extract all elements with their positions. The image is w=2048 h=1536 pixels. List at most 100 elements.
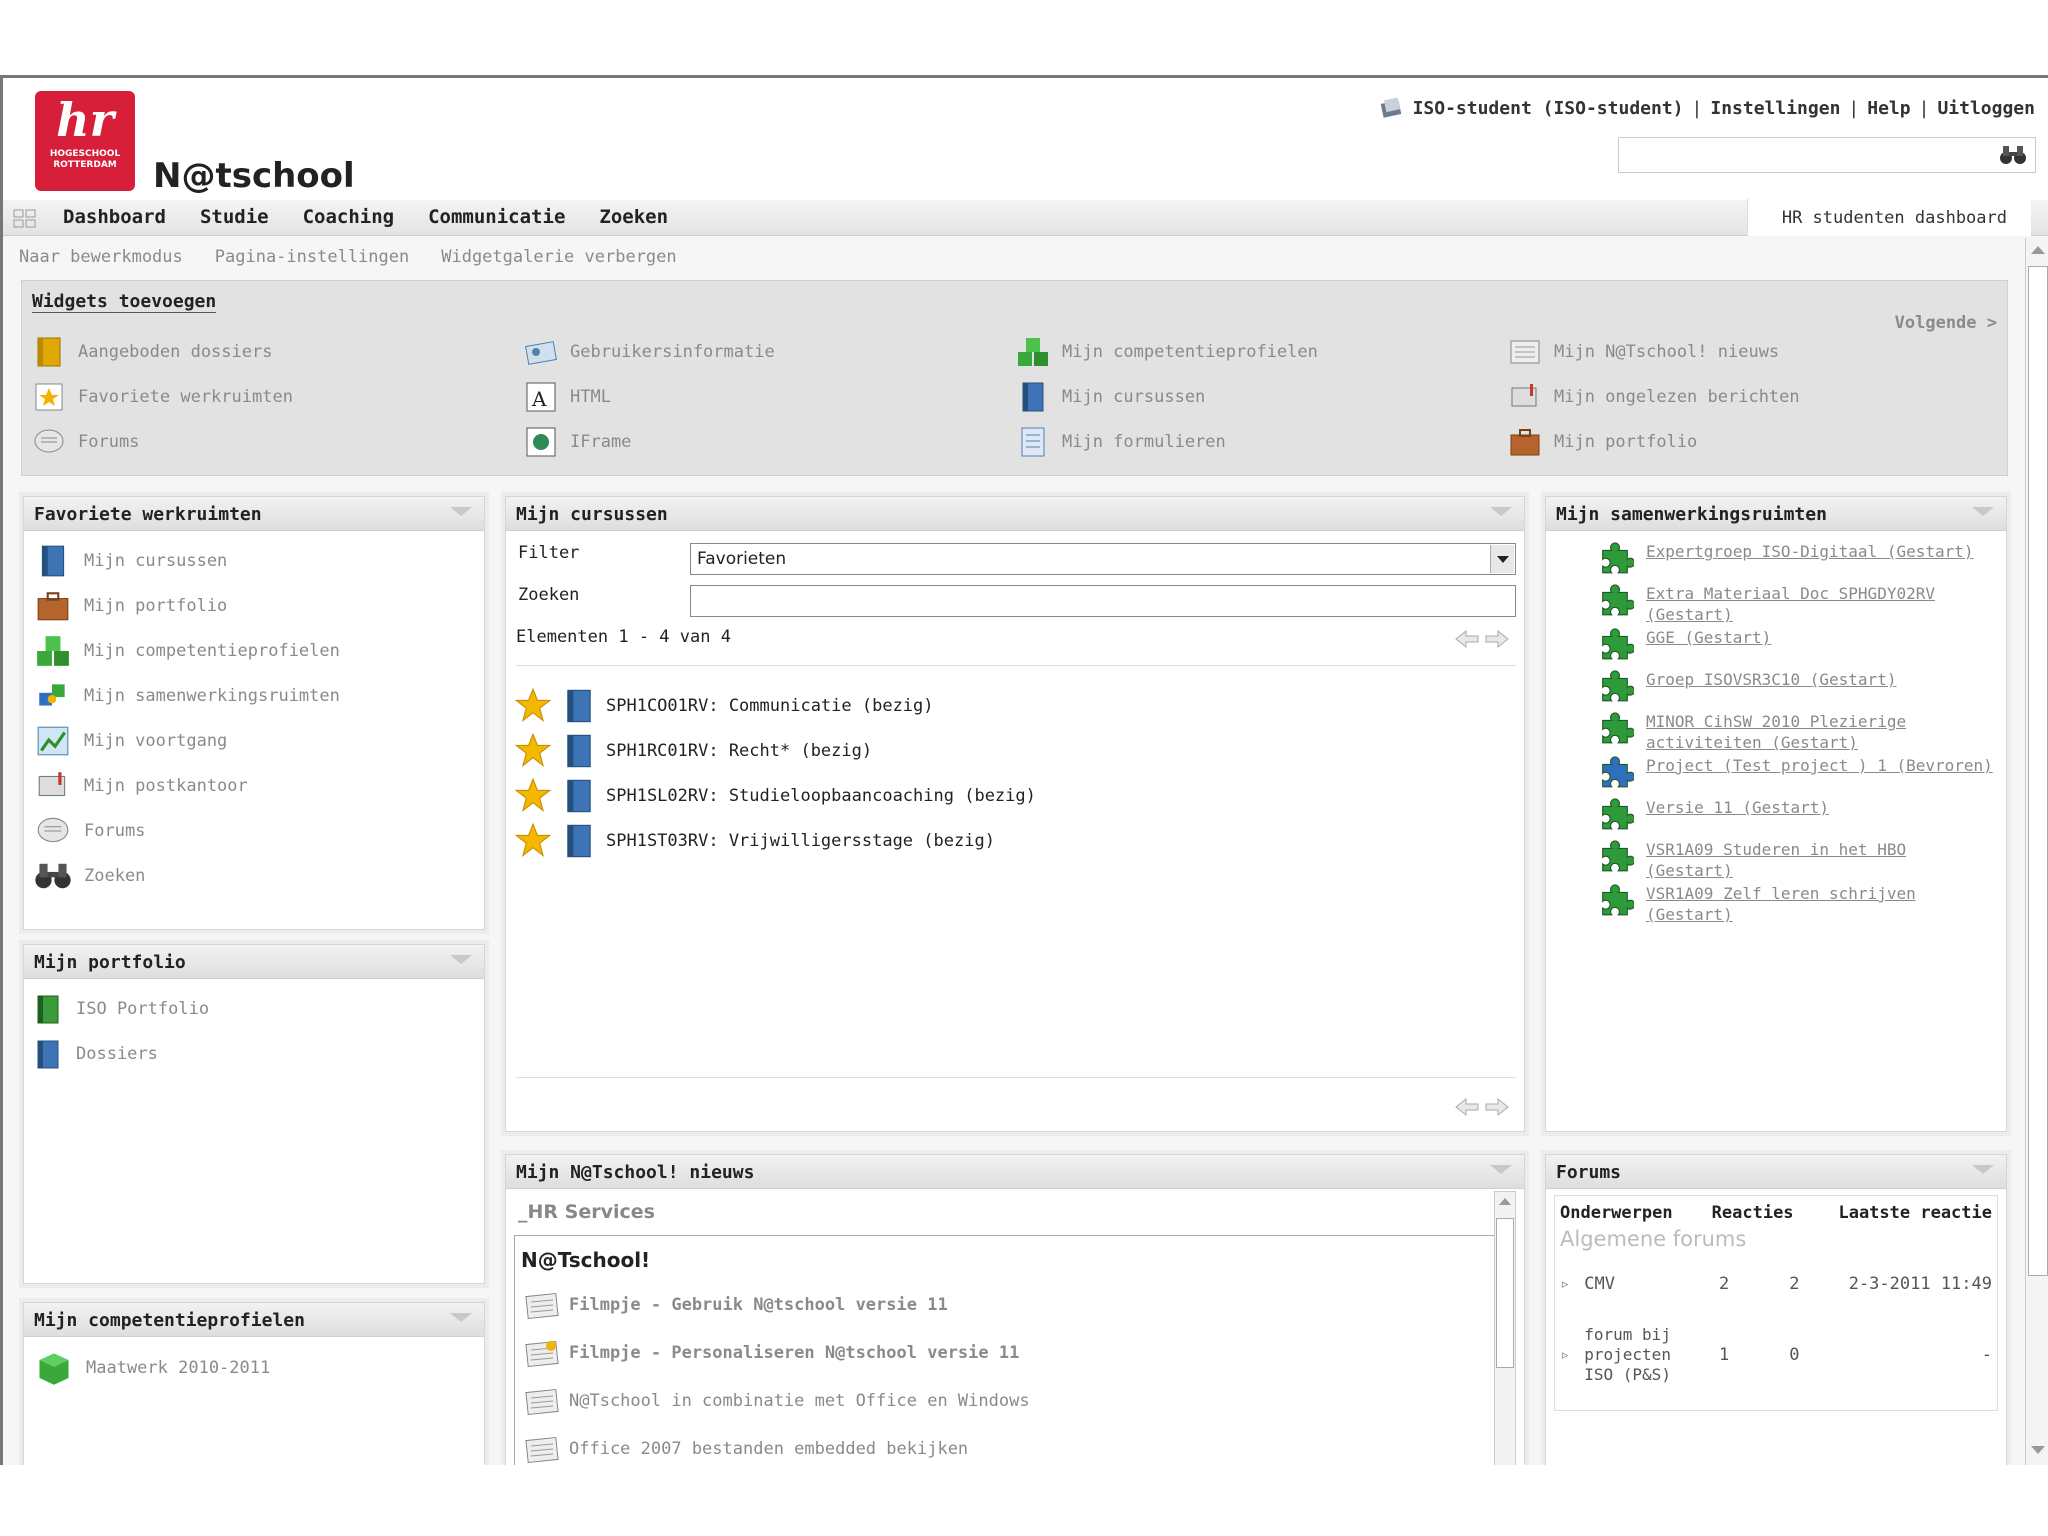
prev-page-icon[interactable] xyxy=(1454,629,1480,649)
widget-mijn-competentieprofielen[interactable]: Mijn competentieprofielen xyxy=(1016,335,1318,369)
forum-name[interactable]: forum bij projecten ISO (P&S) xyxy=(1584,1325,1684,1385)
table-row[interactable]: ▹ CMV 2 2 2-3-2011 11:49 xyxy=(1556,1261,1996,1307)
course-search-input[interactable] xyxy=(690,585,1516,617)
prev-page-icon[interactable] xyxy=(1454,1097,1480,1117)
next-link[interactable]: Volgende > xyxy=(1895,313,1997,333)
forum-name[interactable]: CMV xyxy=(1584,1274,1615,1294)
news-item[interactable]: Filmpje - Personaliseren N@tschool versi… xyxy=(525,1338,1019,1368)
collab-item[interactable]: VSR1A09 Zelf leren schrijven (Gestart) xyxy=(1596,883,1916,925)
collab-item-label[interactable]: Groep ISOVSR3C10 (Gestart) xyxy=(1646,669,1896,690)
fav-item-cursussen[interactable]: Mijn cursussen xyxy=(34,543,227,579)
collab-item-label[interactable]: Versie 11 (Gestart) xyxy=(1646,797,1829,818)
fav-item-zoeken[interactable]: Zoeken xyxy=(34,858,145,894)
collab-item[interactable]: GGE (Gestart) xyxy=(1596,627,1771,661)
widget-mijn-natschool-nieuws[interactable]: Mijn N@Tschool! nieuws xyxy=(1508,335,1779,369)
news-item[interactable]: Filmpje - Gebruik N@tschool versie 11 xyxy=(525,1290,948,1320)
logout-link[interactable]: Uitloggen xyxy=(1937,98,2035,119)
collapse-icon[interactable] xyxy=(450,955,472,964)
page-scrollbar[interactable] xyxy=(2025,238,2048,1465)
expand-icon[interactable]: ▹ xyxy=(1560,1274,1570,1294)
grid-icon[interactable] xyxy=(13,209,37,229)
collab-item-label[interactable]: Project (Test project ) 1 (Bevroren) xyxy=(1646,755,1993,776)
collab-item[interactable]: Project (Test project ) 1 (Bevroren) xyxy=(1596,755,1993,789)
collab-item[interactable]: Groep ISOVSR3C10 (Gestart) xyxy=(1596,669,1896,703)
collapse-icon[interactable] xyxy=(1972,507,1994,516)
collab-item-label[interactable]: MINOR CihSW 2010 Plezierige activiteiten … xyxy=(1646,711,1906,753)
widget-mijn-cursussen[interactable]: Mijn cursussen xyxy=(1016,380,1205,414)
collab-item-label[interactable]: Expertgroep ISO-Digitaal (Gestart) xyxy=(1646,541,1974,562)
widget-mijn-formulieren[interactable]: Mijn formulieren xyxy=(1016,425,1226,459)
fav-item-samenwerkingsruimten[interactable]: Mijn samenwerkingsruimten xyxy=(34,678,340,714)
collab-item-label[interactable]: GGE (Gestart) xyxy=(1646,627,1771,648)
collapse-icon[interactable] xyxy=(1490,1165,1512,1174)
course-item[interactable]: SPH1SL02RV: Studieloopbaancoaching (bezi… xyxy=(514,777,1036,815)
widget-html[interactable]: A HTML xyxy=(524,380,611,414)
scroll-up-icon[interactable] xyxy=(2031,246,2045,254)
news-item[interactable]: Office 2007 bestanden embedded bekijken xyxy=(525,1434,968,1464)
star-icon[interactable] xyxy=(514,687,552,725)
collab-item-label[interactable]: Extra Materiaal Doc SPHGDY02RV (Gestart) xyxy=(1646,583,1935,625)
tab-hr-studenten-dashboard[interactable]: HR studenten dashboard xyxy=(1746,198,2031,236)
fav-item-postkantoor[interactable]: Mijn postkantoor xyxy=(34,768,248,804)
fav-item-forums[interactable]: Forums xyxy=(34,813,145,849)
fav-item-portfolio[interactable]: Mijn portfolio xyxy=(34,588,227,624)
widget-favoriete-werkruimten[interactable]: Favoriete werkruimten xyxy=(32,380,293,414)
star-icon[interactable] xyxy=(514,822,552,860)
collapse-icon[interactable] xyxy=(450,507,472,516)
fav-item-voortgang[interactable]: Mijn voortgang xyxy=(34,723,227,759)
binoculars-icon[interactable] xyxy=(1999,144,2027,166)
nav-communicatie[interactable]: Communicatie xyxy=(428,206,565,228)
collab-item[interactable]: VSR1A09 Studeren in het HBO (Gestart) xyxy=(1596,839,1906,881)
collapse-icon[interactable] xyxy=(1972,1165,1994,1174)
settings-link[interactable]: Instellingen xyxy=(1710,98,1840,119)
filter-select[interactable]: Favorieten xyxy=(690,543,1516,575)
collab-item-label[interactable]: VSR1A09 Zelf leren schrijven (Gestart) xyxy=(1646,883,1916,925)
collapse-icon[interactable] xyxy=(1490,507,1512,516)
scroll-down-icon[interactable] xyxy=(2031,1446,2045,1454)
collab-item[interactable]: MINOR CihSW 2010 Plezierige activiteiten … xyxy=(1596,711,1906,753)
portfolio-item-iso[interactable]: ISO Portfolio xyxy=(34,991,209,1027)
column-header[interactable]: Reacties xyxy=(1708,1201,1811,1225)
course-item[interactable]: SPH1RC01RV: Recht* (bezig) xyxy=(514,732,872,770)
hide-widget-gallery-link[interactable]: Widgetgalerie verbergen xyxy=(441,247,676,267)
widget-iframe[interactable]: IFrame xyxy=(524,425,631,459)
widget-mijn-ongelezen-berichten[interactable]: Mijn ongelezen berichten xyxy=(1508,380,1800,414)
widget-forums[interactable]: Forums xyxy=(32,425,139,459)
user-name[interactable]: ISO-student (ISO-student) xyxy=(1413,98,1684,119)
next-page-icon[interactable] xyxy=(1484,629,1510,649)
table-row[interactable]: ▹ forum bij projecten ISO (P&S) 1 0 - xyxy=(1556,1307,1996,1403)
help-link[interactable]: Help xyxy=(1867,98,1910,119)
course-item[interactable]: SPH1CO01RV: Communicatie (bezig) xyxy=(514,687,934,725)
widget-gebruikersinformatie[interactable]: Gebruikersinformatie xyxy=(524,335,775,369)
collab-item-label[interactable]: VSR1A09 Studeren in het HBO (Gestart) xyxy=(1646,839,1906,881)
nav-zoeken[interactable]: Zoeken xyxy=(599,206,668,228)
next-page-icon[interactable] xyxy=(1484,1097,1510,1117)
collab-item[interactable]: Extra Materiaal Doc SPHGDY02RV (Gestart) xyxy=(1596,583,1935,625)
news-item[interactable]: N@Tschool in combinatie met Office en Wi… xyxy=(525,1386,1030,1416)
dropdown-arrow-icon[interactable] xyxy=(1490,545,1514,573)
scroll-up-icon[interactable] xyxy=(1499,1198,1511,1205)
star-icon[interactable] xyxy=(514,777,552,815)
collab-item[interactable]: Expertgroep ISO-Digitaal (Gestart) xyxy=(1596,541,1974,575)
star-icon[interactable] xyxy=(514,732,552,770)
expand-icon[interactable]: ▹ xyxy=(1560,1345,1570,1365)
column-header[interactable]: Laatste reactie xyxy=(1811,1201,1996,1225)
edit-mode-link[interactable]: Naar bewerkmodus xyxy=(19,247,183,267)
course-item[interactable]: SPH1ST03RV: Vrijwilligersstage (bezig) xyxy=(514,822,995,860)
hogeschool-rotterdam-logo[interactable]: hr HOGESCHOOL ROTTERDAM xyxy=(35,91,135,191)
fav-item-competentieprofielen[interactable]: Mijn competentieprofielen xyxy=(34,633,340,669)
nav-studie[interactable]: Studie xyxy=(200,206,269,228)
portfolio-item-dossiers[interactable]: Dossiers xyxy=(34,1036,158,1072)
scroll-thumb[interactable] xyxy=(1496,1218,1514,1368)
widget-mijn-portfolio[interactable]: Mijn portfolio xyxy=(1508,425,1697,459)
widget-aangeboden-dossiers[interactable]: Aangeboden dossiers xyxy=(32,335,272,369)
column-header[interactable]: Onderwerpen xyxy=(1556,1201,1708,1225)
scroll-thumb[interactable] xyxy=(2028,266,2048,1276)
page-settings-link[interactable]: Pagina-instellingen xyxy=(215,247,409,267)
global-search-input[interactable] xyxy=(1618,137,2036,173)
collab-item[interactable]: Versie 11 (Gestart) xyxy=(1596,797,1829,831)
competence-item[interactable]: Maatwerk 2010-2011 xyxy=(34,1349,270,1387)
news-scrollbar[interactable] xyxy=(1494,1191,1516,1465)
collapse-icon[interactable] xyxy=(450,1313,472,1322)
nav-dashboard[interactable]: Dashboard xyxy=(63,206,166,228)
